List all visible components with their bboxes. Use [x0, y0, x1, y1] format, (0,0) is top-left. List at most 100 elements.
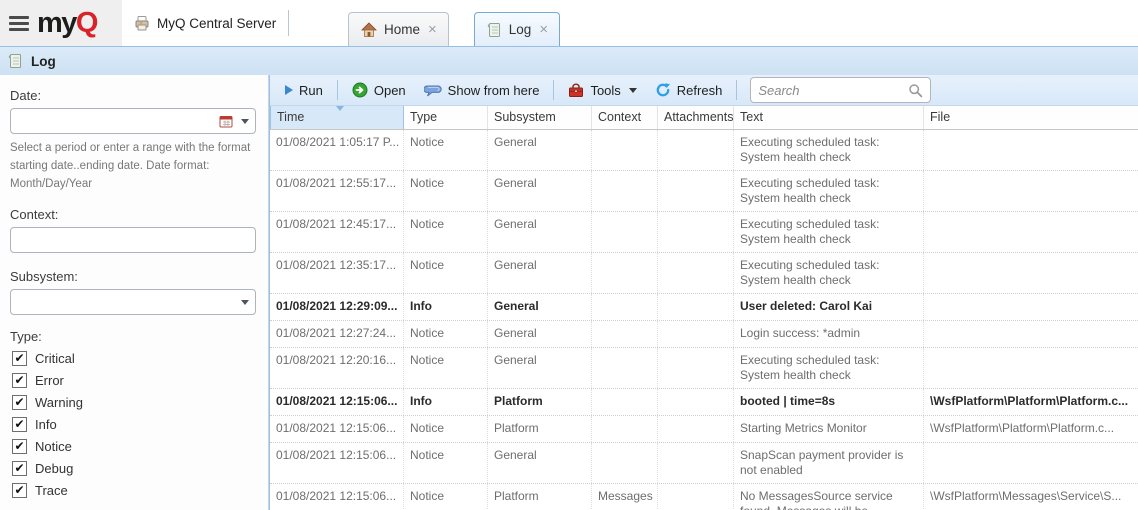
- cell-context: [592, 253, 658, 293]
- column-header-context[interactable]: Context: [592, 106, 658, 129]
- log-row[interactable]: 01/08/2021 12:15:06...InfoPlatformbooted…: [270, 389, 1138, 416]
- type-option-trace[interactable]: ✔Trace: [12, 483, 256, 498]
- log-row[interactable]: 01/08/2021 12:15:06...NoticePlatformStar…: [270, 416, 1138, 443]
- cell-type: Notice: [404, 416, 488, 442]
- close-icon[interactable]: ×: [427, 22, 438, 37]
- log-search-input[interactable]: [758, 83, 908, 98]
- log-row[interactable]: 01/08/2021 12:15:06...NoticePlatformMess…: [270, 484, 1138, 510]
- logo-text-my: my: [37, 7, 76, 39]
- cell-attachments: [658, 171, 734, 211]
- close-icon[interactable]: ×: [538, 22, 549, 37]
- tab-home[interactable]: Home ×: [348, 12, 449, 46]
- cell-subsystem: General: [488, 130, 592, 170]
- logo-text-q: Q: [76, 7, 97, 39]
- cell-type: Notice: [404, 130, 488, 170]
- cell-time: 01/08/2021 12:15:06...: [270, 443, 404, 483]
- subsystem-dropdown-icon[interactable]: [241, 300, 249, 305]
- cell-type: Notice: [404, 321, 488, 347]
- tab-log-label: Log: [509, 22, 532, 37]
- refresh-button[interactable]: Refresh: [648, 79, 730, 101]
- cell-time: 01/08/2021 12:15:06...: [270, 389, 404, 415]
- panel-title: Log: [31, 54, 56, 69]
- column-header-file[interactable]: File: [924, 106, 1138, 129]
- run-button[interactable]: Run: [278, 80, 330, 101]
- checkbox-icon[interactable]: ✔: [12, 461, 27, 476]
- column-header-type[interactable]: Type: [404, 106, 488, 129]
- context-input[interactable]: [10, 227, 256, 253]
- cell-type: Info: [404, 294, 488, 320]
- cell-time: 01/08/2021 12:29:09...: [270, 294, 404, 320]
- type-option-error[interactable]: ✔Error: [12, 373, 256, 388]
- cell-subsystem: Platform: [488, 484, 592, 510]
- cell-text: Login success: *admin: [734, 321, 924, 347]
- cell-text: Executing scheduled task: System health …: [734, 212, 924, 252]
- hamburger-menu-icon[interactable]: [9, 16, 29, 31]
- filter-sidebar: Date: Select a period or enter a range w…: [0, 75, 269, 510]
- magnifier-icon: [908, 83, 923, 98]
- cell-file: [924, 294, 1138, 320]
- cell-context: [592, 443, 658, 483]
- checkbox-icon[interactable]: ✔: [12, 395, 27, 410]
- calendar-icon[interactable]: [219, 115, 233, 128]
- cell-text: Executing scheduled task: System health …: [734, 130, 924, 170]
- date-input[interactable]: [10, 108, 256, 134]
- type-option-notice[interactable]: ✔Notice: [12, 439, 256, 454]
- column-header-text[interactable]: Text: [734, 106, 924, 129]
- checkbox-icon[interactable]: ✔: [12, 351, 27, 366]
- checkbox-icon[interactable]: ✔: [12, 373, 27, 388]
- cell-subsystem: General: [488, 348, 592, 388]
- type-option-info[interactable]: ✔Info: [12, 417, 256, 432]
- toolbox-icon: [568, 83, 584, 98]
- subsystem-label: Subsystem:: [10, 269, 256, 284]
- cell-context: [592, 171, 658, 211]
- context-label: Context:: [10, 207, 256, 222]
- log-row[interactable]: 01/08/2021 12:45:17...NoticeGeneralExecu…: [270, 212, 1138, 253]
- type-option-critical[interactable]: ✔Critical: [12, 351, 256, 366]
- checkbox-icon[interactable]: ✔: [12, 417, 27, 432]
- open-label: Open: [374, 83, 406, 98]
- log-row[interactable]: 01/08/2021 12:27:24...NoticeGeneralLogin…: [270, 321, 1138, 348]
- pointer-icon: [424, 84, 442, 97]
- column-label: Time: [277, 110, 304, 124]
- run-label: Run: [299, 83, 323, 98]
- date-dropdown-icon[interactable]: [241, 119, 249, 124]
- tools-button[interactable]: Tools: [561, 80, 643, 101]
- cell-context: [592, 416, 658, 442]
- column-header-time[interactable]: Time: [270, 106, 404, 129]
- checkbox-icon[interactable]: ✔: [12, 439, 27, 454]
- subsystem-select[interactable]: [10, 289, 256, 315]
- column-header-attachments[interactable]: Attachments: [658, 106, 734, 129]
- cell-attachments: [658, 348, 734, 388]
- type-option-warning[interactable]: ✔Warning: [12, 395, 256, 410]
- cell-context: [592, 130, 658, 170]
- column-label: Subsystem: [494, 110, 556, 124]
- cell-attachments: [658, 212, 734, 252]
- log-row[interactable]: 01/08/2021 12:35:17...NoticeGeneralExecu…: [270, 253, 1138, 294]
- open-button[interactable]: Open: [345, 79, 413, 101]
- log-row[interactable]: 01/08/2021 12:15:06...NoticeGeneralSnapS…: [270, 443, 1138, 484]
- cell-file: [924, 443, 1138, 483]
- cell-subsystem: General: [488, 321, 592, 347]
- checkbox-icon[interactable]: ✔: [12, 483, 27, 498]
- column-header-subsystem[interactable]: Subsystem: [488, 106, 592, 129]
- type-option-debug[interactable]: ✔Debug: [12, 461, 256, 476]
- refresh-label: Refresh: [677, 83, 723, 98]
- log-row[interactable]: 01/08/2021 12:55:17...NoticeGeneralExecu…: [270, 171, 1138, 212]
- log-row[interactable]: 01/08/2021 12:20:16...NoticeGeneralExecu…: [270, 348, 1138, 389]
- log-row[interactable]: 01/08/2021 1:05:17 P...NoticeGeneralExec…: [270, 130, 1138, 171]
- show-from-here-label: Show from here: [448, 83, 540, 98]
- cell-text: Executing scheduled task: System health …: [734, 253, 924, 293]
- log-row[interactable]: 01/08/2021 12:29:09...InfoGeneralUser de…: [270, 294, 1138, 321]
- cell-time: 01/08/2021 12:45:17...: [270, 212, 404, 252]
- cell-attachments: [658, 294, 734, 320]
- cell-context: [592, 212, 658, 252]
- cell-attachments: [658, 389, 734, 415]
- show-from-here-button[interactable]: Show from here: [417, 80, 547, 101]
- refresh-icon: [655, 82, 671, 98]
- cell-text: Executing scheduled task: System health …: [734, 171, 924, 211]
- logo-block: myQ: [0, 0, 122, 46]
- cell-file: [924, 130, 1138, 170]
- date-label: Date:: [10, 88, 256, 103]
- cell-time: 01/08/2021 12:15:06...: [270, 484, 404, 510]
- tab-log[interactable]: Log ×: [474, 12, 560, 46]
